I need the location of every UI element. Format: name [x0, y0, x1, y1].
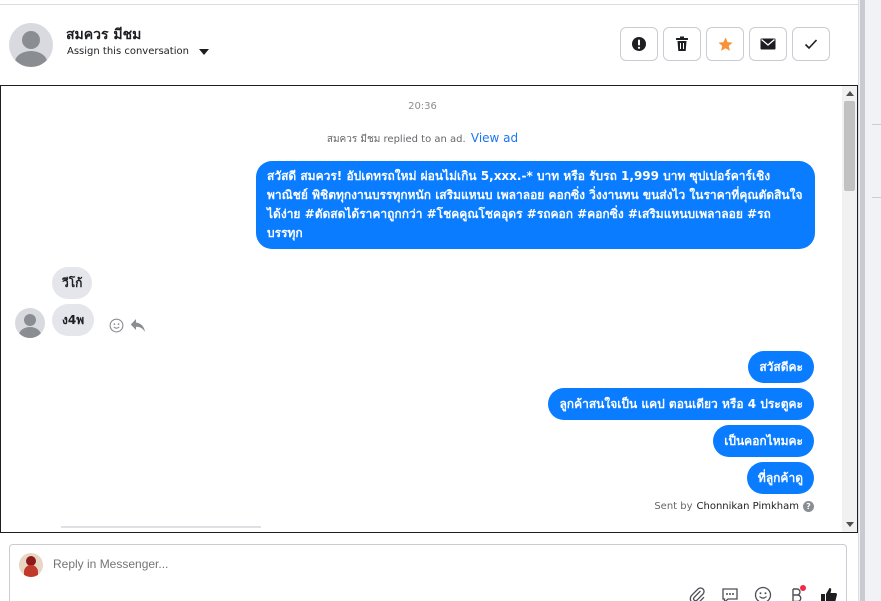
mark-spam-button[interactable]	[620, 27, 658, 61]
delete-button[interactable]	[663, 27, 701, 61]
assign-conversation-dropdown[interactable]: Assign this conversation	[67, 46, 209, 57]
message-thread[interactable]: 20:36 สมควร มีชม replied to an ad. View …	[0, 85, 858, 533]
page-avatar	[19, 553, 43, 577]
contact-avatar-small	[15, 308, 45, 338]
reply-input[interactable]	[53, 557, 653, 571]
notification-dot	[800, 585, 806, 591]
assign-label: Assign this conversation	[67, 46, 189, 57]
outgoing-message[interactable]: ที่ลูกค้าดู	[746, 462, 814, 494]
help-icon[interactable]: ?	[803, 501, 814, 512]
message-timestamp: 20:36	[408, 101, 437, 112]
outgoing-message[interactable]: เป็นคอกไหมคะ	[713, 425, 814, 457]
check-icon	[804, 39, 818, 50]
reply-arrow-icon	[130, 318, 145, 332]
mark-done-button[interactable]	[792, 27, 830, 61]
incoming-message[interactable]: วีโก้	[52, 267, 93, 299]
saved-reply-icon	[722, 588, 738, 601]
reply-composer	[9, 544, 847, 601]
ad-reply-notice: สมควร มีชม replied to an ad. View ad	[1, 131, 844, 147]
attach-button[interactable]	[688, 586, 706, 601]
scroll-up-arrow-icon[interactable]	[846, 91, 854, 96]
messenger-inbox: สมควร มีชม Assign this conversation 20:3…	[0, 0, 881, 601]
scroll-thumb[interactable]	[844, 101, 855, 191]
contact-name[interactable]: สมควร มีชม	[66, 24, 141, 46]
outgoing-message[interactable]: สวัสดี สมควร! อัปเดทรถใหม่ ผ่อนไม่เกิน 5…	[256, 161, 815, 249]
emoji-icon	[754, 586, 772, 601]
partially-visible-content	[61, 526, 261, 532]
header-actions	[620, 27, 830, 61]
outer-scrollbar[interactable]	[860, 0, 865, 601]
thread-scrollbar[interactable]	[842, 86, 857, 532]
reply-button[interactable]	[130, 317, 146, 333]
exclamation-circle-icon	[632, 37, 646, 51]
saved-replies-button[interactable]	[721, 586, 739, 601]
outgoing-message[interactable]: ลูกค้าสนใจเป็น แคป ตอนเดียว หรือ 4 ประตู…	[548, 388, 814, 420]
conversation-header: สมควร มีชม Assign this conversation	[0, 5, 858, 85]
outgoing-message[interactable]: สวัสดีคะ	[748, 351, 814, 383]
trash-icon	[676, 36, 688, 51]
star-button[interactable]	[706, 27, 744, 61]
caret-down-icon	[198, 48, 209, 55]
contact-avatar[interactable]	[9, 23, 53, 67]
emoji-button[interactable]	[754, 586, 772, 601]
smiley-icon	[109, 318, 123, 332]
sent-by-prefix: Sent by	[654, 501, 693, 512]
sent-by-label: Sent by Chonnikan Pimkham ?	[654, 501, 814, 512]
agent-name: Chonnikan Pimkham	[696, 501, 799, 512]
composer-tools	[688, 586, 838, 601]
mail-icon	[760, 38, 776, 50]
incoming-message[interactable]: ง4พ	[52, 304, 95, 336]
view-ad-link[interactable]: View ad	[471, 131, 518, 145]
star-icon	[717, 36, 733, 51]
message-tools	[108, 317, 146, 333]
gutter-divider	[872, 197, 881, 198]
ad-reply-text: สมควร มีชม replied to an ad.	[326, 134, 466, 145]
like-button[interactable]	[820, 586, 838, 601]
paperclip-icon	[689, 587, 705, 601]
thumbs-up-icon	[821, 588, 837, 601]
scroll-down-arrow-icon[interactable]	[846, 522, 854, 527]
gutter-divider	[872, 124, 881, 125]
react-button[interactable]	[108, 317, 124, 333]
mark-unread-button[interactable]	[749, 27, 787, 61]
